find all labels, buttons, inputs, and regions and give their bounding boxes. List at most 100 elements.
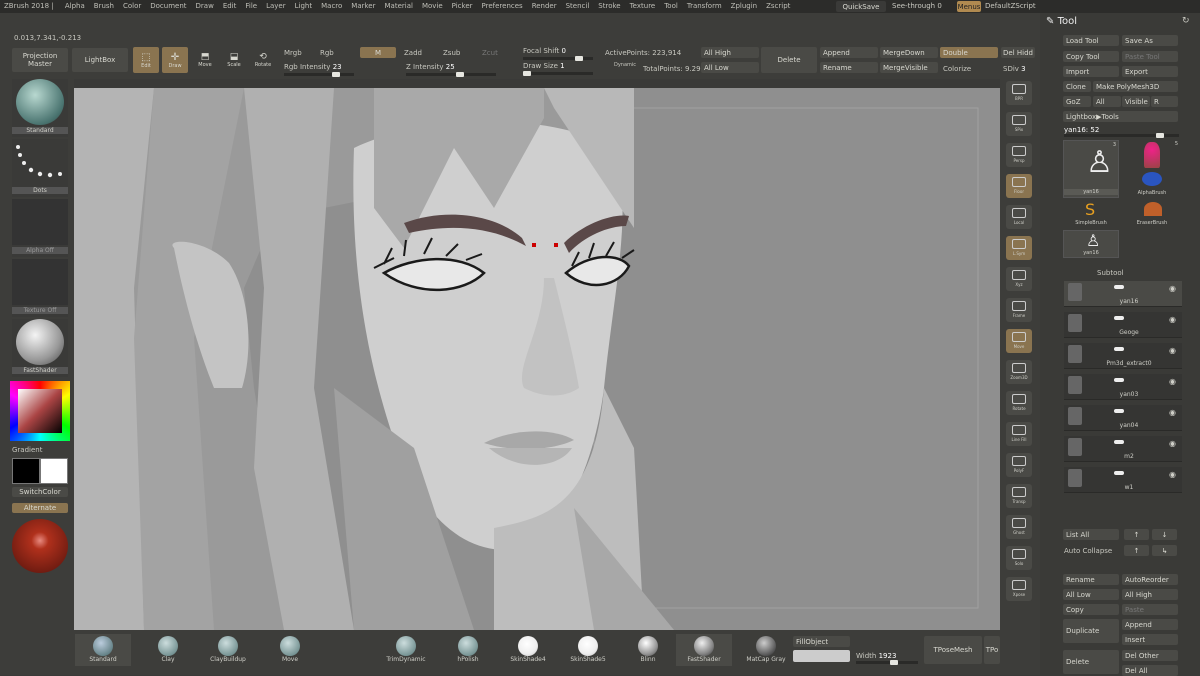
list-all-button[interactable]: List All xyxy=(1063,529,1119,540)
subtool-toggle[interactable] xyxy=(1114,285,1124,289)
menu-draw[interactable]: Draw xyxy=(196,0,214,13)
bottom-brush-trimdynamic[interactable]: TrimDynamic xyxy=(378,634,434,666)
focal-shift-slider[interactable] xyxy=(523,56,593,61)
subtool-toggle[interactable] xyxy=(1114,316,1124,320)
width-slider[interactable] xyxy=(856,660,918,665)
move-up-button[interactable]: ↑ xyxy=(1124,545,1149,556)
main-color-swatch[interactable] xyxy=(12,458,40,484)
rotate-button[interactable]: Rotate xyxy=(1006,391,1032,415)
menu-alpha[interactable]: Alpha xyxy=(65,0,85,13)
line-fill-button[interactable]: Line Fill xyxy=(1006,422,1032,446)
visibility-eye-icon[interactable]: ◉ xyxy=(1169,377,1176,386)
subtool-del-all-button[interactable]: Del All xyxy=(1122,665,1178,676)
color-picker[interactable] xyxy=(10,381,70,441)
frame-button[interactable]: Frame xyxy=(1006,298,1032,322)
subtool-header[interactable]: Subtool xyxy=(1097,269,1124,277)
seethrough-label[interactable]: See-through 0 xyxy=(892,2,942,10)
draw-button[interactable]: ✛ Draw xyxy=(162,47,188,73)
subtool-copy-button[interactable]: Copy xyxy=(1063,604,1119,615)
subtool-toggle[interactable] xyxy=(1114,378,1124,382)
rgb-toggle[interactable]: Rgb xyxy=(320,49,334,57)
copy-tool-button[interactable]: Copy Tool xyxy=(1063,51,1119,62)
defaultzscript-button[interactable]: DefaultZScript xyxy=(985,2,1036,10)
solo-button[interactable]: Solo xyxy=(1006,546,1032,570)
merge-down-button[interactable]: MergeDown xyxy=(880,47,938,58)
all-high-button[interactable]: All High xyxy=(701,47,759,58)
subtool-item-yan03[interactable]: ◉ yan03 xyxy=(1064,374,1182,400)
menu-material[interactable]: Material xyxy=(385,0,413,13)
visibility-eye-icon[interactable]: ◉ xyxy=(1169,408,1176,417)
zsub-toggle[interactable]: Zsub xyxy=(443,49,460,57)
bottom-brush-matcap-gray[interactable]: MatCap Gray xyxy=(738,634,794,666)
tool-thumb-alphabrush[interactable]: AlphaBrush 5 xyxy=(1124,140,1180,198)
bottom-brush-fastshader[interactable]: FastShader xyxy=(676,634,732,666)
palette-reset-icon[interactable]: ↻ xyxy=(1182,16,1190,26)
r-button[interactable]: R xyxy=(1151,96,1178,107)
subtool-all-low-button[interactable]: All Low xyxy=(1063,589,1119,600)
visibility-eye-icon[interactable]: ◉ xyxy=(1169,346,1176,355)
sdiv-label[interactable]: SDiv 3 xyxy=(1003,65,1026,73)
ghost-button[interactable]: Ghost xyxy=(1006,515,1032,539)
polyf-button[interactable]: PolyF xyxy=(1006,453,1032,477)
menu-macro[interactable]: Macro xyxy=(321,0,342,13)
tool-thumb-simplebrush[interactable]: S SimpleBrush xyxy=(1063,200,1119,228)
width-label[interactable]: Width 1923 xyxy=(856,652,896,660)
subtool-toggle[interactable] xyxy=(1114,347,1124,351)
menu-picker[interactable]: Picker xyxy=(452,0,473,13)
zadd-toggle[interactable]: Zadd xyxy=(404,49,422,57)
menu-stencil[interactable]: Stencil xyxy=(566,0,590,13)
mrgb-toggle[interactable]: Mrgb xyxy=(284,49,302,57)
subtool-toggle[interactable] xyxy=(1114,471,1124,475)
alternate-button[interactable]: Alternate xyxy=(12,503,68,513)
subtool-delete-button[interactable]: Delete xyxy=(1063,650,1119,674)
bottom-brush-skinshade5[interactable]: SkinShade5 xyxy=(560,634,616,666)
subtool-rename-button[interactable]: Rename xyxy=(1063,574,1119,585)
bottom-brush-blinn[interactable]: Blinn xyxy=(620,634,676,666)
alpha-selector[interactable]: Alpha Off xyxy=(12,199,68,257)
bottom-brush-hpolish[interactable]: hPolish xyxy=(440,634,496,666)
make-polymesh-button[interactable]: Make PolyMesh3D xyxy=(1093,81,1178,92)
bottom-brush-claybuildup[interactable]: ClayBuildup xyxy=(200,634,256,666)
visibility-eye-icon[interactable]: ◉ xyxy=(1169,439,1176,448)
persp-button[interactable]: Persp xyxy=(1006,143,1032,167)
menu-brush[interactable]: Brush xyxy=(94,0,114,13)
import-button[interactable]: Import xyxy=(1063,66,1119,77)
zcut-toggle[interactable]: Zcut xyxy=(482,49,498,57)
subtool-all-high-button[interactable]: All High xyxy=(1122,589,1178,600)
arrow-up-button[interactable]: ↑ xyxy=(1124,529,1149,540)
tool-thumb-eraserbrush[interactable]: EraserBrush xyxy=(1124,200,1180,228)
dynamic-toggle[interactable]: Dynamic xyxy=(614,62,636,68)
goz-button[interactable]: GoZ xyxy=(1063,96,1091,107)
red-material-ball[interactable] xyxy=(12,519,68,573)
stroke-selector[interactable]: Dots xyxy=(12,139,68,197)
del-hidden-button[interactable]: Del Hidd xyxy=(1001,47,1035,58)
export-button[interactable]: Export xyxy=(1122,66,1178,77)
subtool-auto-reorder-button[interactable]: AutoReorder xyxy=(1122,574,1178,585)
menu-file[interactable]: File xyxy=(245,0,257,13)
menu-marker[interactable]: Marker xyxy=(351,0,375,13)
visibility-eye-icon[interactable]: ◉ xyxy=(1169,315,1176,324)
menu-preferences[interactable]: Preferences xyxy=(482,0,523,13)
clone-button[interactable]: Clone xyxy=(1063,81,1091,92)
menu-zplugin[interactable]: Zplugin xyxy=(731,0,757,13)
tool-thumb-yan16-small[interactable]: ♙ yan16 xyxy=(1063,230,1119,258)
bpr-button[interactable]: BPR xyxy=(1006,81,1032,105)
bottom-brush-standard[interactable]: Standard xyxy=(75,634,131,666)
menu-transform[interactable]: Transform xyxy=(687,0,722,13)
subtool-append-button[interactable]: Append xyxy=(1122,619,1178,630)
menu-render[interactable]: Render xyxy=(532,0,557,13)
lsym-button[interactable]: L.Sym xyxy=(1006,236,1032,260)
zoom3d-button[interactable]: Zoom3D xyxy=(1006,360,1032,384)
load-tool-button[interactable]: Load Tool xyxy=(1063,35,1119,46)
bottom-brush-clay[interactable]: Clay xyxy=(140,634,196,666)
arrow-down-button[interactable]: ↓ xyxy=(1152,529,1177,540)
visibility-eye-icon[interactable]: ◉ xyxy=(1169,284,1176,293)
menu-document[interactable]: Document xyxy=(150,0,186,13)
rgb-intensity-slider[interactable] xyxy=(284,72,354,77)
scale-button[interactable]: ⬓ Scale xyxy=(222,48,246,72)
fill-object-button[interactable]: FillObject xyxy=(793,636,850,647)
xyz-button[interactable]: Xyz xyxy=(1006,267,1032,291)
edit-button[interactable]: ⬚ Edit xyxy=(133,47,159,73)
all-button[interactable]: All xyxy=(1093,96,1121,107)
bottom-brush-move[interactable]: Move xyxy=(262,634,318,666)
